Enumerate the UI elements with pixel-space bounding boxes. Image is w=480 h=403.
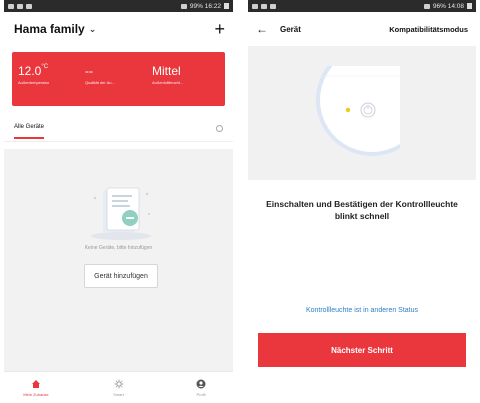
next-step-button[interactable]: Nächster Schritt	[258, 333, 466, 367]
air-quality-label: Qualität der Au...	[85, 80, 115, 85]
empty-devices-illustration	[91, 187, 151, 240]
pairing-screen: 96% 14:08 ← Gerät Kompatibilitätsmodus E…	[248, 0, 476, 403]
family-selector[interactable]: Hama family ⌄	[14, 22, 96, 36]
device-tabs: Alle Geräte	[4, 116, 233, 142]
other-status-link[interactable]: Kontrollleuchte ist in anderen Status	[248, 307, 476, 314]
notification-icon	[261, 3, 267, 9]
gallery-icon	[252, 3, 258, 9]
signal-icon	[423, 3, 430, 9]
weather-card[interactable]: 12.0°C Außentemperatur -- Qualität der A…	[12, 52, 225, 106]
temperature-value: 12.0	[18, 64, 42, 78]
bottom-navigation: Mein Zuhause Smart Profil	[4, 371, 233, 403]
profile-icon	[196, 379, 206, 388]
device-illustration-area	[248, 46, 476, 180]
temperature-label: Außentemperatur	[18, 80, 50, 85]
app-header: Hama family ⌄ +	[4, 12, 233, 46]
air-quality: -- Qualität der Au...	[85, 64, 152, 106]
empty-state-text: Keine Geräte, bitte hinzufügen	[84, 245, 153, 251]
page-title: Gerät	[280, 24, 301, 34]
room-settings-icon[interactable]	[216, 125, 223, 132]
battery-icon	[224, 3, 229, 9]
nav-profile[interactable]: Profil	[181, 372, 221, 403]
humidity-label: Außenluftfeucht...	[152, 80, 184, 85]
outdoor-humidity: Mittel Außenluftfeucht...	[152, 64, 219, 106]
chevron-down-icon: ⌄	[88, 23, 97, 34]
home-screen: 99% 16:22 Hama family ⌄ + 12.0°C Außente…	[4, 0, 233, 403]
add-icon[interactable]: +	[214, 20, 225, 38]
device-blinking-illustration	[310, 66, 400, 162]
blinking-led	[345, 107, 351, 113]
status-bar-text: 99% 16:22	[189, 2, 221, 10]
notification-icon	[270, 3, 276, 9]
status-bar-text: 96% 14:08	[432, 2, 464, 10]
humidity-value: Mittel	[152, 64, 181, 78]
tab-all-devices[interactable]: Alle Geräte	[14, 124, 45, 139]
add-device-button[interactable]: Gerät hinzufügen	[84, 264, 158, 288]
compatibility-mode-link[interactable]: Kompatibilitätsmodus	[389, 25, 468, 34]
outdoor-temperature: 12.0°C Außentemperatur	[18, 64, 85, 106]
nav-smart-label: Smart	[113, 391, 124, 397]
nav-home-label: Mein Zuhause	[23, 391, 49, 397]
family-name: Hama family	[14, 22, 85, 36]
nav-profile-label: Profil	[196, 391, 206, 397]
signal-icon	[180, 3, 187, 9]
air-quality-value: --	[85, 64, 93, 78]
battery-icon	[467, 3, 472, 9]
nav-smart[interactable]: Smart	[99, 372, 139, 403]
pairing-instruction: Einschalten und Bestätigen der Kontrolll…	[266, 199, 458, 222]
gallery-icon	[8, 3, 14, 9]
status-bar: 96% 14:08	[248, 0, 476, 12]
notification-icon	[26, 3, 32, 9]
empty-device-area: Keine Geräte, bitte hinzufügen Gerät hin…	[4, 149, 233, 371]
app-header: ← Gerät Kompatibilitätsmodus	[248, 12, 476, 46]
notification-icon	[17, 3, 23, 9]
nav-home[interactable]: Mein Zuhause	[16, 372, 56, 403]
sun-icon	[114, 379, 123, 388]
home-icon	[32, 379, 40, 388]
status-bar: 99% 16:22	[4, 0, 233, 12]
back-arrow-icon[interactable]: ←	[256, 22, 280, 36]
temperature-unit: °C	[41, 64, 49, 70]
